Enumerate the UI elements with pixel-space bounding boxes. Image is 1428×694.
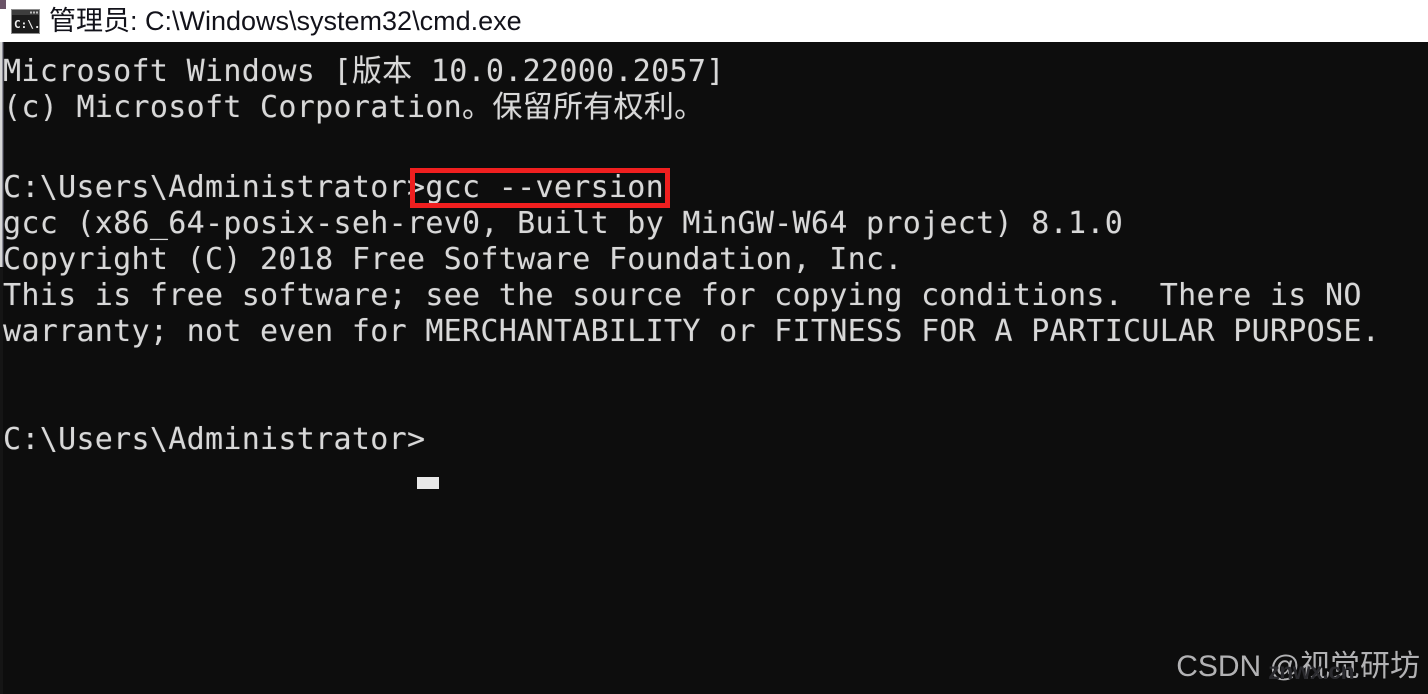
console-line-prompt: C:\Users\Administrator> <box>3 422 426 457</box>
titlebar-corner-accent <box>0 0 6 9</box>
red-highlight-box <box>410 168 670 208</box>
console-line: This is free software; see the source fo… <box>3 278 1362 313</box>
console-output-area[interactable]: Microsoft Windows [版本 10.0.22000.2057] (… <box>0 42 1428 694</box>
watermark: CSDN @视觉研坊 znwx.cn <box>1176 646 1420 688</box>
cmd-window: C:\. 管理员: C:\Windows\system32\cmd.exe Mi… <box>0 0 1428 694</box>
window-titlebar[interactable]: C:\. 管理员: C:\Windows\system32\cmd.exe <box>0 0 1428 42</box>
svg-text:C:\.: C:\. <box>14 18 40 31</box>
console-line: Copyright (C) 2018 Free Software Foundat… <box>3 242 903 277</box>
console-line: warranty; not even for MERCHANTABILITY o… <box>3 314 1381 349</box>
console-line: Microsoft Windows [版本 10.0.22000.2057] <box>3 54 725 89</box>
console-line: gcc (x86_64-posix-seh-rev0, Built by Min… <box>3 206 1124 241</box>
watermark-subtext: znwx.cn <box>1268 658 1355 684</box>
window-title: 管理员: C:\Windows\system32\cmd.exe <box>49 6 522 36</box>
console-cursor <box>417 477 439 489</box>
console-line: (c) Microsoft Corporation。保留所有权利。 <box>3 90 705 125</box>
cmd-console-icon: C:\. <box>11 8 41 34</box>
